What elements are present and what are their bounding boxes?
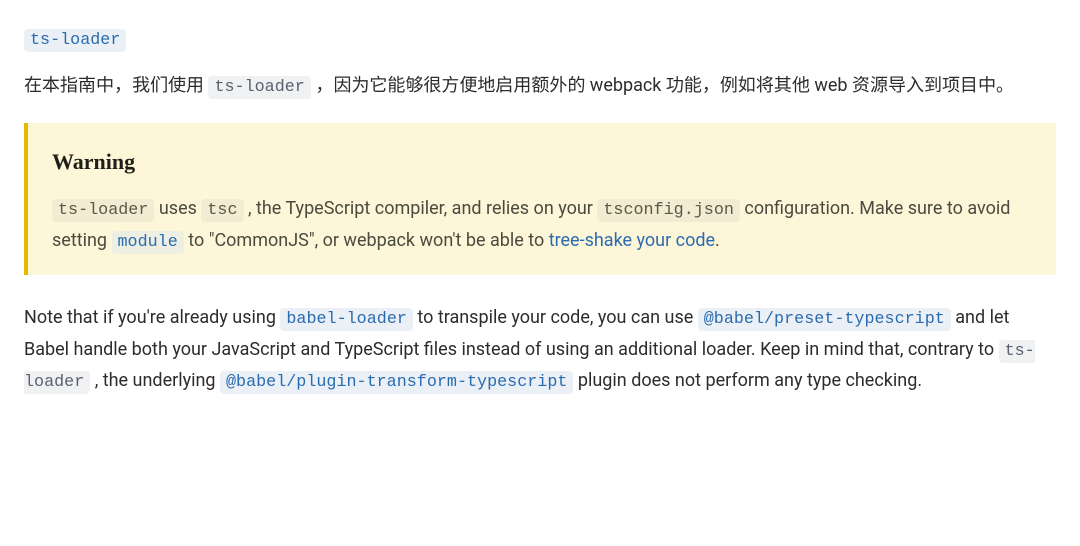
tree-shake-link[interactable]: tree-shake your code [549,230,715,251]
babel-loader-link[interactable]: babel-loader [280,307,413,328]
warning-callout: Warning ts-loader uses tsc , the TypeScr… [24,123,1056,275]
warning-text-4: to "CommonJS", or webpack won't be able … [184,230,549,251]
intro-code: ts-loader [208,76,310,99]
intro-paragraph: 在本指南中，我们使用 ts-loader ，因为它能够很方便地启用额外的 web… [24,71,1056,102]
note-paragraph: Note that if you're already using babel-… [24,303,1056,397]
babel-preset-ts-link[interactable]: @babel/preset-typescript [698,307,951,328]
note-code-preset-ts: @babel/preset-typescript [698,308,951,331]
warning-text-1: uses [154,198,201,219]
warning-text-2: , the TypeScript compiler, and relies on… [244,198,598,219]
warning-code-module: module [112,231,184,254]
warning-code-tsc: tsc [201,199,243,222]
note-text-4: , the underlying [90,370,220,391]
ts-loader-code: ts-loader [24,29,126,52]
note-text-1: Note that if you're already using [24,307,280,328]
warning-code-tsloader: ts-loader [52,199,154,222]
ts-loader-link[interactable]: ts-loader [24,24,126,55]
note-code-plugin-ts: @babel/plugin-transform-typescript [220,371,573,394]
warning-text-5: . [715,230,720,251]
warning-code-tsconfig: tsconfig.json [597,199,740,222]
babel-plugin-ts-link[interactable]: @babel/plugin-transform-typescript [220,370,573,391]
intro-text-after: ，因为它能够很方便地启用额外的 webpack 功能，例如将其他 web 资源导… [311,75,1014,96]
note-text-2: to transpile your code, you can use [413,307,698,328]
warning-body: ts-loader uses tsc , the TypeScript comp… [52,194,1032,257]
note-code-babel-loader: babel-loader [280,308,413,331]
intro-text-before: 在本指南中，我们使用 [24,75,208,96]
note-text-5: plugin does not perform any type checkin… [573,370,922,391]
warning-title: Warning [52,143,1032,180]
warning-module-link[interactable]: module [112,230,184,251]
